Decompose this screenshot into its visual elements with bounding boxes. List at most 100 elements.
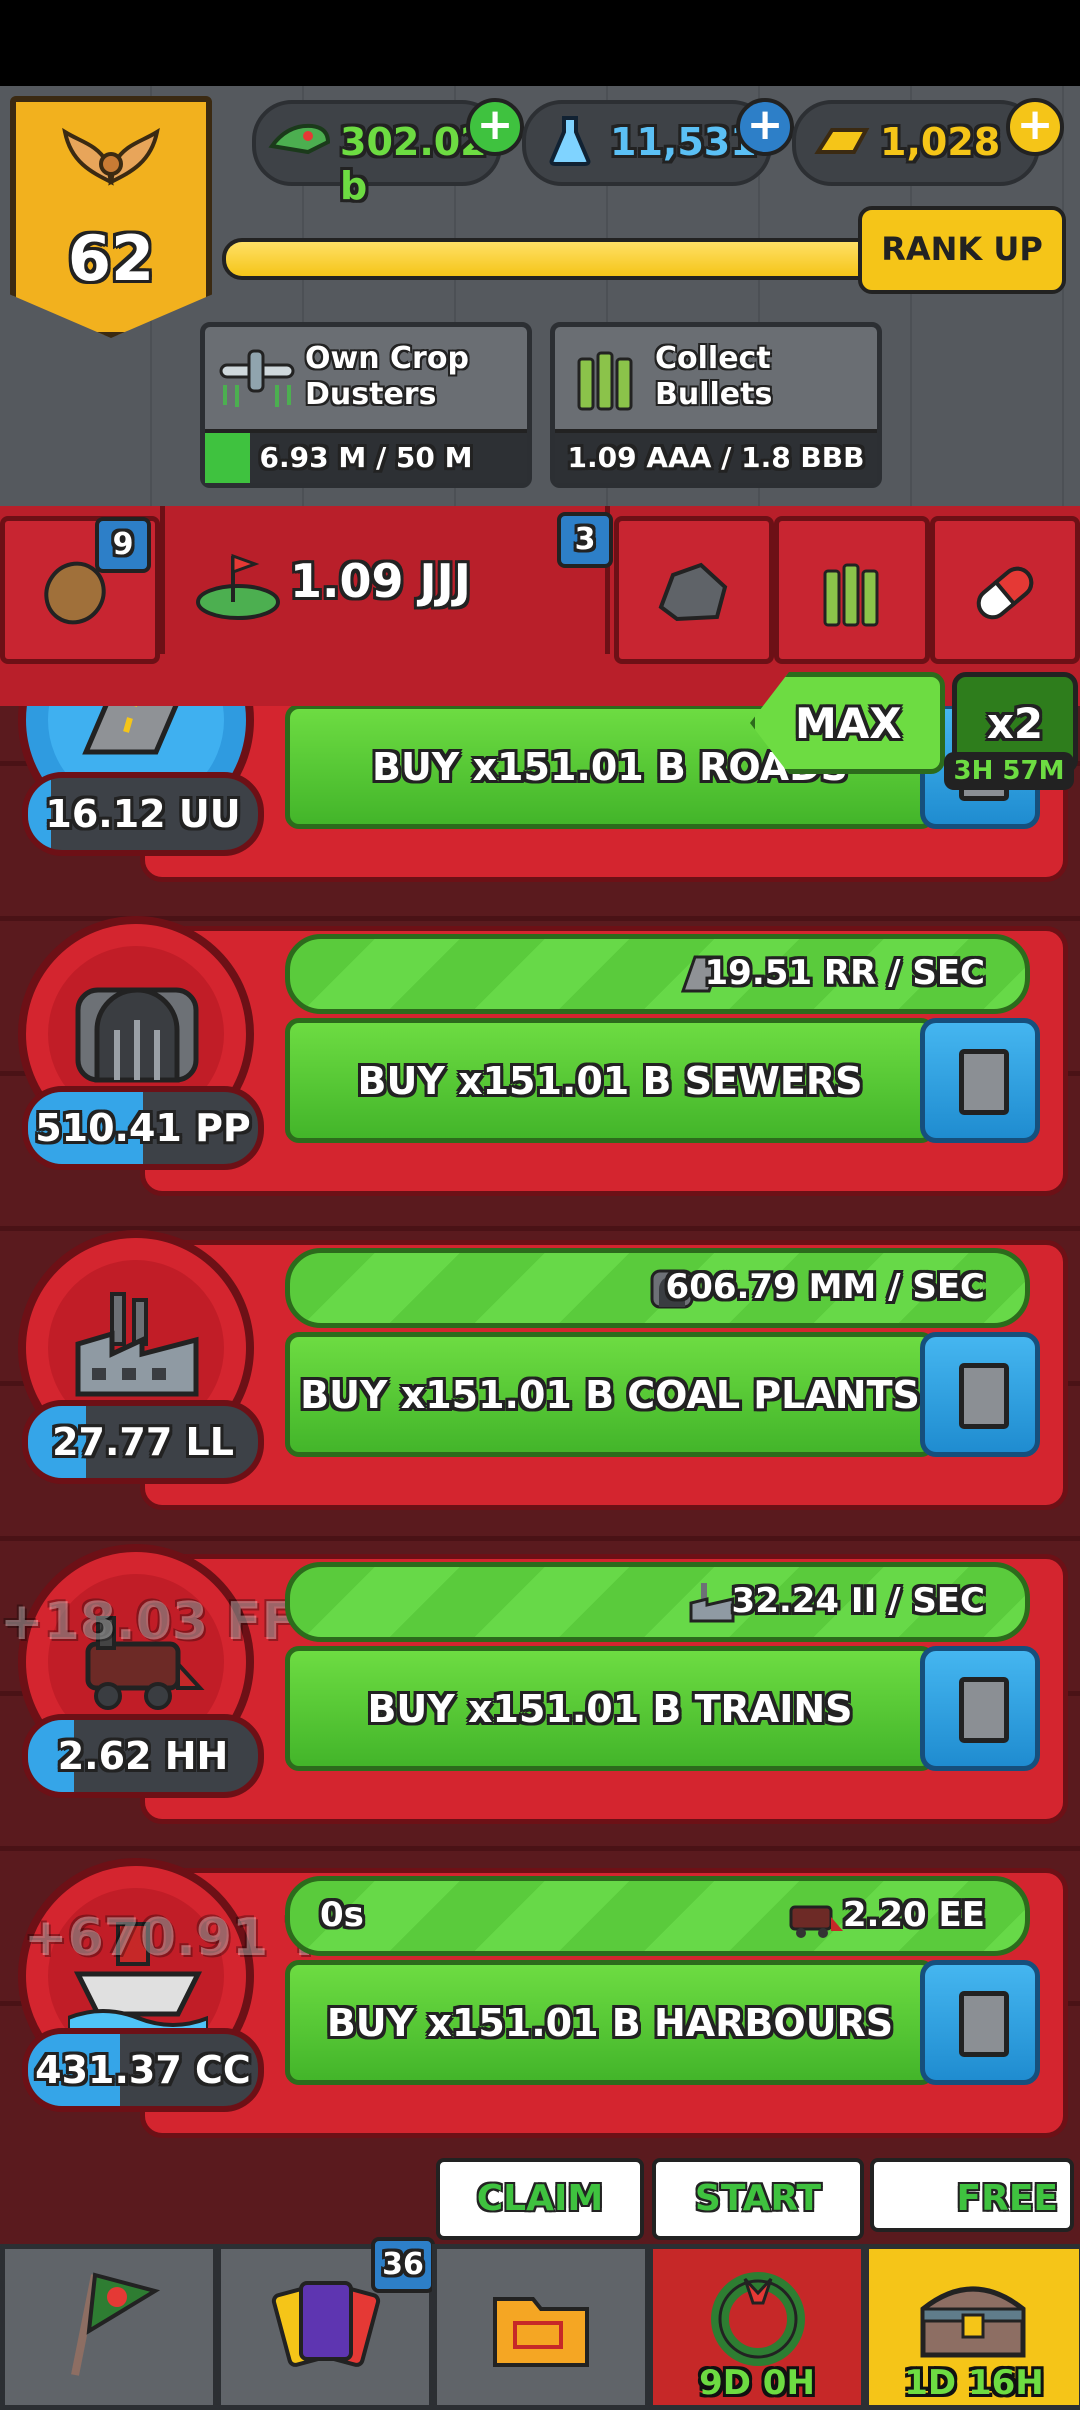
nav-chest[interactable]: 1D 16H xyxy=(864,2244,1080,2410)
road-icon xyxy=(82,706,179,755)
top-hud: 62 302.02 b + 11,531 + 1,028 + RANK UP O… xyxy=(0,86,1080,506)
factory-icon xyxy=(75,1292,199,1397)
sewer-icon xyxy=(75,987,199,1083)
buy-button[interactable]: BUY x151.01 B TRAINS xyxy=(285,1646,935,1771)
building-list: 16.12 UU BUY x151.01 B ROADS 510.41 PP 1… xyxy=(0,706,1080,2156)
owned-value: 27.77 LL xyxy=(52,1420,234,1464)
science-value: 11,531 xyxy=(610,120,757,164)
bullets-icon xyxy=(577,351,633,411)
chest-icon xyxy=(920,2286,1026,2358)
max-button[interactable]: MAX xyxy=(750,672,945,774)
pill-icon xyxy=(976,566,1034,620)
boost-timer: 3H 57M xyxy=(944,752,1074,790)
quest-title-line1: Own Crop xyxy=(305,341,469,376)
tab-pills[interactable] xyxy=(930,516,1080,664)
manager-button[interactable] xyxy=(920,1332,1040,1457)
region-total: 1.09 JJJ xyxy=(290,554,471,608)
claim-label[interactable]: CLAIM xyxy=(436,2158,644,2240)
rank-badge[interactable]: 62 xyxy=(10,96,212,338)
owned-counter: 27.77 LL xyxy=(22,1400,264,1484)
owned-counter: 431.37 CC xyxy=(22,2028,264,2112)
owned-counter: 510.41 PP xyxy=(22,1086,264,1170)
production-timer: 0s xyxy=(320,1895,364,1935)
quest-title-line1: Collect xyxy=(655,341,771,376)
list-item: +18.03 FF 2.62 HH 32.24 II / SEC BUY x15… xyxy=(0,1534,1080,1834)
gold-value: 1,028 xyxy=(880,120,1001,164)
free-label-text: FREE xyxy=(956,2178,1059,2219)
cash-icon xyxy=(268,123,331,155)
bullets-icon xyxy=(823,563,879,627)
production-rate: 606.79 MM / SEC xyxy=(665,1267,985,1307)
buy-label: BUY x151.01 B COAL PLANTS xyxy=(300,1373,920,1417)
buy-button[interactable]: BUY x151.01 B SEWERS xyxy=(285,1018,935,1143)
buy-label: BUY x151.01 B HARBOURS xyxy=(326,2001,894,2045)
earnings-popup: +670.91 T xyxy=(24,1908,322,1968)
train-icon xyxy=(789,1905,843,1938)
buy-button[interactable]: BUY x151.01 B COAL PLANTS xyxy=(285,1332,935,1457)
production-bar[interactable]: 19.51 RR / SEC xyxy=(285,934,1030,1014)
plus-icon[interactable]: + xyxy=(466,98,524,156)
tab-ore[interactable] xyxy=(614,516,774,664)
wreath-icon xyxy=(711,2272,805,2366)
manager-button[interactable] xyxy=(920,1646,1040,1771)
flask-icon xyxy=(549,116,591,166)
owned-value: 510.41 PP xyxy=(35,1106,251,1150)
production-rate: 32.24 II / SEC xyxy=(731,1581,985,1621)
tab-bullets[interactable] xyxy=(774,516,930,664)
status-bar xyxy=(0,0,1080,86)
nav-cards[interactable]: 36 xyxy=(216,2237,435,2410)
card-icon xyxy=(959,1363,1009,1429)
gold-counter[interactable]: 1,028 + xyxy=(792,98,1064,186)
factory-icon xyxy=(689,1583,735,1623)
wings-icon xyxy=(62,127,160,186)
quest-title-line2: Bullets xyxy=(655,377,773,412)
production-rate: 2.20 EE xyxy=(842,1895,985,1935)
owned-value: 431.37 CC xyxy=(35,2048,251,2092)
tab-active-region[interactable]: 1.09 JJJ 3 xyxy=(160,506,613,654)
owned-value: 16.12 UU xyxy=(45,792,241,836)
xp-progress-bar xyxy=(222,238,890,280)
rank-up-button[interactable]: RANK UP xyxy=(858,206,1066,294)
cards-badge: 36 xyxy=(371,2237,435,2293)
buy-label: BUY x151.01 B SEWERS xyxy=(357,1059,863,1103)
quest-card[interactable]: Own Crop Dusters 6.93 M / 50 M xyxy=(200,322,532,488)
bottom-nav: CLAIM START FREE 36 9D 0H 1D 16H xyxy=(0,2156,1080,2410)
nav-research[interactable] xyxy=(432,2244,650,2410)
free-label[interactable]: FREE xyxy=(870,2158,1074,2232)
nav-missions[interactable] xyxy=(0,2244,218,2410)
owned-value: 2.62 HH xyxy=(57,1734,229,1778)
xp-progress-fill xyxy=(226,242,867,276)
manager-button[interactable] xyxy=(920,1018,1040,1143)
cash-counter[interactable]: 302.02 b + xyxy=(252,98,524,208)
gold-bar-icon xyxy=(814,128,870,154)
tab-potato[interactable]: 9 xyxy=(0,516,160,664)
owned-counter: 2.62 HH xyxy=(22,1714,264,1798)
card-icon xyxy=(959,1677,1009,1743)
science-counter[interactable]: 11,531 + xyxy=(522,98,794,186)
start-label[interactable]: START xyxy=(652,2158,864,2240)
production-rate: 19.51 RR / SEC xyxy=(704,953,986,993)
manager-button[interactable] xyxy=(920,1960,1040,2085)
earnings-popup: +18.03 FF xyxy=(0,1592,298,1652)
flag-icon xyxy=(71,2272,161,2376)
rank-level: 62 xyxy=(67,222,155,295)
production-bar[interactable]: 606.79 MM / SEC xyxy=(285,1248,1030,1328)
owned-counter: 16.12 UU xyxy=(22,772,264,856)
nav-event[interactable]: 9D 0H xyxy=(648,2244,866,2410)
production-bar[interactable]: 32.24 II / SEC xyxy=(285,1562,1030,1642)
quest-progress-bar: 6.93 M / 50 M xyxy=(205,429,527,483)
quest-progress-text: 1.09 AAA / 1.8 BBB xyxy=(567,441,865,474)
plus-icon[interactable]: + xyxy=(736,98,794,156)
ore-icon xyxy=(658,562,728,622)
list-item: 510.41 PP 19.51 RR / SEC BUY x151.01 B S… xyxy=(0,906,1080,1206)
chest-timer: 1D 16H xyxy=(904,2363,1044,2403)
buy-label: BUY x151.01 B TRAINS xyxy=(367,1687,853,1731)
max-label: MAX xyxy=(795,699,902,748)
buy-button[interactable]: BUY x151.01 B HARBOURS xyxy=(285,1960,935,2085)
plus-icon[interactable]: + xyxy=(1006,98,1064,156)
card-icon xyxy=(959,1991,1009,2057)
production-bar[interactable]: 0s 2.20 EE xyxy=(285,1876,1030,1956)
card-icon xyxy=(959,1049,1009,1115)
quest-card[interactable]: Collect Bullets 1.09 AAA / 1.8 BBB xyxy=(550,322,882,488)
quest-progress-text: 6.93 M / 50 M xyxy=(259,441,473,474)
